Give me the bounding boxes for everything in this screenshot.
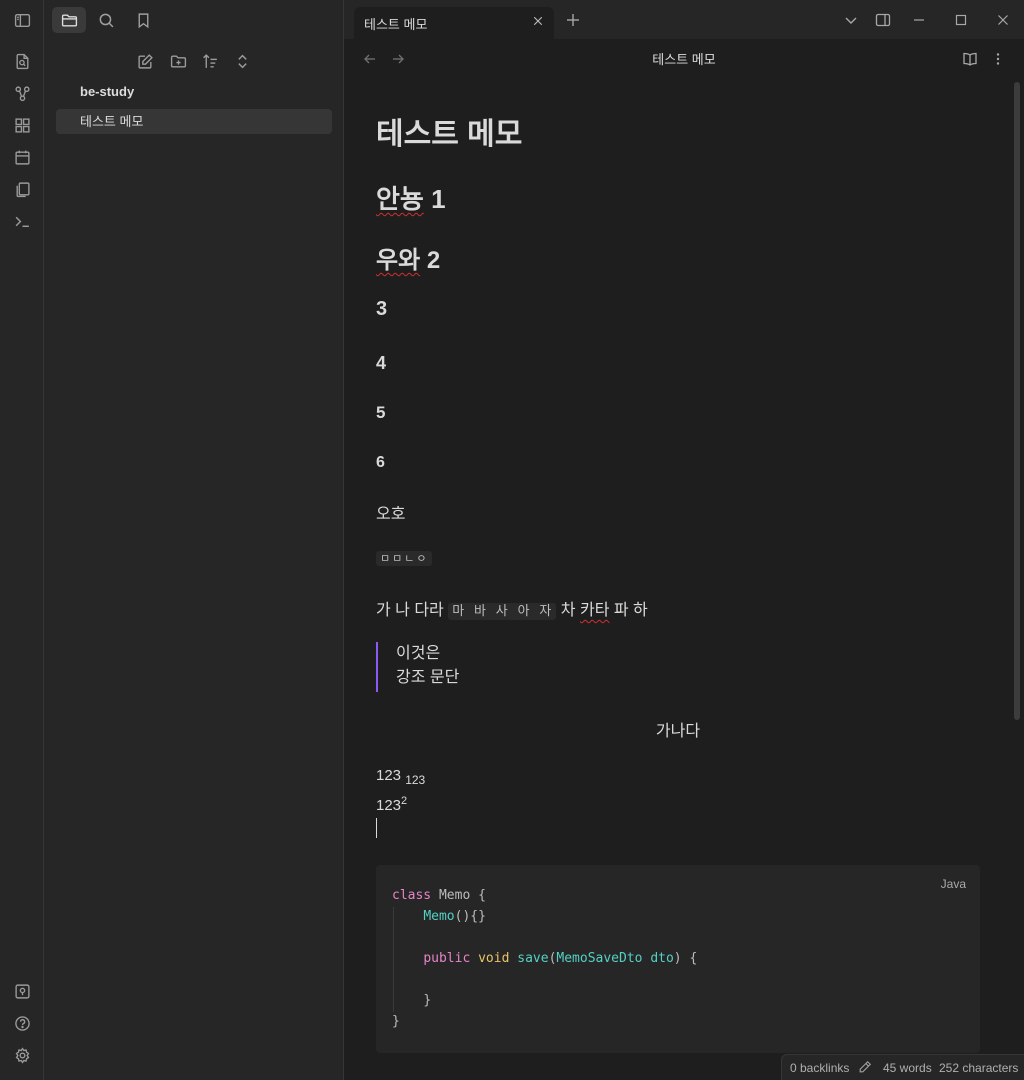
heading-6-a: 5 [376,403,386,422]
note-title-heading: 테스트 메모 [376,118,523,151]
canvas-icon[interactable] [11,114,33,136]
blockquote-line-1: 이것은 [396,645,441,662]
superscript-text: 2 [401,795,408,807]
inline-code: ㅁㅁㄴㅇ [376,551,433,566]
blockquote: 이것은 강조 문단 [376,642,576,692]
quick-switcher-icon[interactable] [11,50,33,72]
file-item-active[interactable]: 테스트 메모 [56,109,332,134]
file-explorer-sidebar: be-study 테스트 메모 [44,0,344,1080]
app-window: be-study 테스트 메모 테스트 메모 테스트 메모 테스트 메모 안뇽 … [0,0,1024,1080]
subscript-text: 123 [405,773,426,787]
backlinks-count[interactable]: 0 backlinks [790,1061,849,1075]
ribbon [0,0,44,1080]
heading-3-word: 우와 [376,247,421,274]
folder-item[interactable]: be-study [80,84,134,99]
code-language-label: Java [940,877,966,891]
heading-6-b: 6 [376,454,385,471]
settings-gear-icon[interactable] [11,1044,33,1066]
search-tab[interactable] [89,7,123,33]
mixed-text-a: 가 나 다라 [376,602,444,619]
vault-icon[interactable] [11,980,33,1002]
mixed-text-b2: 카타 [579,602,610,619]
heading-3-number: 2 [426,247,441,274]
editor-scrollbar[interactable] [1014,82,1020,720]
help-icon[interactable] [11,1012,33,1034]
heading-3: 우와 2 [376,240,440,275]
collapse-expand-icon[interactable] [231,50,253,72]
sidebar-toggle-icon[interactable] [11,9,33,31]
heading-2: 안뇽 1 [376,179,446,216]
right-sidebar-toggle-icon[interactable] [872,9,894,31]
word-count: 45 words [883,1061,932,1075]
blockquote-line-2: 강조 문단 [396,669,460,686]
view-title[interactable]: 테스트 메모 [344,49,1024,68]
heading-4: 3 [376,298,388,320]
bookmark-icon [138,12,148,28]
inline-code-line: ㅁㅁㄴㅇ [376,549,433,567]
folder-icon [61,13,77,27]
mixed-line: 가 나 다라 마 바 사 아 자 차 카타 파 하 [376,596,648,620]
centered-text: 가나다 [655,723,701,740]
tab-list-chevron-down-icon[interactable] [840,9,862,31]
search-icon [99,13,113,27]
files-tab[interactable] [52,7,86,33]
paragraph-ooho: 오호 [376,506,406,523]
heading-2-number: 1 [431,184,446,214]
file-explorer-actions [44,48,344,74]
sort-order-icon[interactable] [199,50,221,72]
new-tab-icon[interactable] [562,9,584,31]
heading-2-word: 안뇽 [376,184,424,214]
minimize-icon[interactable] [908,9,930,31]
character-count: 252 characters [939,1061,1019,1075]
graph-view-icon[interactable] [11,82,33,104]
new-folder-icon[interactable] [167,50,189,72]
tab-active[interactable]: 테스트 메모 [354,7,554,40]
heading-5: 4 [376,353,387,373]
maximize-icon[interactable] [950,9,972,31]
superscript-line: 1232 [376,795,407,814]
templates-icon[interactable] [11,178,33,200]
more-options-icon[interactable] [988,49,1008,69]
status-bar: 0 backlinks 45 words 252 characters [781,1054,1024,1080]
view-header: 테스트 메모 [344,41,1024,77]
code-text: class Memo { Memo(){} public void save(M… [392,888,698,1029]
mixed-text-b3: 파 하 [613,602,648,619]
bookmarks-tab[interactable] [126,7,160,33]
superscript-base: 123 [376,797,402,814]
subscript-base: 123 [376,767,402,784]
edit-pencil-icon[interactable] [858,1060,872,1077]
code-block[interactable]: Java class Memo { Memo(){} public void s… [376,865,980,1053]
terminal-icon[interactable] [11,210,33,232]
sidebar-tab-bar [44,0,344,40]
subscript-line: 123 123 [376,767,425,787]
close-window-icon[interactable] [992,9,1014,31]
close-tab-icon[interactable] [530,13,546,29]
editor-content[interactable]: 테스트 메모 안뇽 1 우와 2 3 4 5 6 오호 ㅁㅁㄴㅇ 가 나 다라 … [344,77,1024,1080]
new-note-icon[interactable] [134,50,156,72]
mixed-inline-code: 마 바 사 아 자 [448,603,557,620]
reading-view-icon[interactable] [960,49,980,69]
tab-title: 테스트 메모 [364,17,428,32]
mixed-text-b1: 차 [560,602,576,619]
title-bar: 테스트 메모 [344,0,1024,40]
text-cursor [376,818,377,838]
calendar-icon[interactable] [11,146,33,168]
